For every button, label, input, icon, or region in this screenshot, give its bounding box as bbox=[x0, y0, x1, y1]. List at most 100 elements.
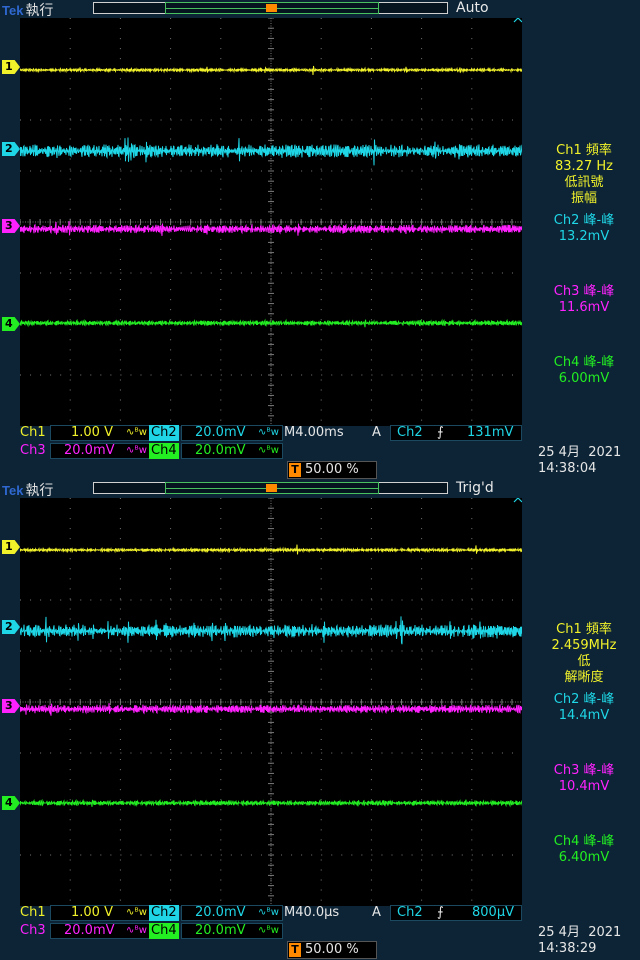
measurement-line: 低 bbox=[577, 654, 591, 669]
trigger-position-value: 50.00 % bbox=[305, 462, 359, 477]
graticule-and-traces bbox=[20, 498, 522, 906]
ch4-scale[interactable]: 20.0mV bbox=[195, 442, 246, 460]
ch4-label[interactable]: Ch4 bbox=[149, 923, 179, 939]
trigger-position-readout[interactable]: T 50.00 % bbox=[287, 461, 377, 479]
trigger-slope-icon[interactable]: ⨍ bbox=[437, 424, 444, 442]
ch1-scale[interactable]: 1.00 V bbox=[71, 904, 113, 922]
ch3-bandwidth-icon: ∿ᴮw bbox=[126, 445, 147, 456]
trigger-level[interactable]: 131mV bbox=[467, 424, 513, 442]
measurement-line: Ch3 峰-峰 bbox=[553, 763, 615, 778]
ch3-marker[interactable]: 3 bbox=[2, 219, 20, 233]
ch4-label[interactable]: Ch4 bbox=[149, 443, 179, 459]
ch4-pk-pk-measurement: Ch4 峰-峰 6.40mV bbox=[528, 834, 640, 866]
status-row-2: Ch3 20.0mV ∿ᴮw Ch4 20.0mV ∿ᴮw bbox=[20, 922, 290, 940]
tek-logo: Tek bbox=[2, 483, 24, 498]
trigger-mode[interactable]: A bbox=[372, 904, 381, 922]
trigger-level-icon bbox=[513, 498, 522, 503]
timebase[interactable]: M40.0µs bbox=[284, 904, 339, 922]
graticule-and-traces bbox=[20, 18, 522, 426]
measurement-line: Ch3 峰-峰 bbox=[553, 284, 615, 299]
trigger-source[interactable]: Ch2 bbox=[397, 904, 423, 922]
trigger-position-value: 50.00 % bbox=[305, 942, 359, 957]
ch3-label[interactable]: Ch3 bbox=[20, 922, 46, 940]
waveform-display[interactable] bbox=[20, 18, 522, 426]
trigger-level-icon bbox=[513, 18, 522, 23]
ch3-marker[interactable]: 3 bbox=[2, 699, 20, 713]
ch1-marker[interactable]: 1 bbox=[2, 60, 20, 74]
status-row-2: Ch3 20.0mV ∿ᴮw Ch4 20.0mV ∿ᴮw bbox=[20, 442, 290, 460]
trigger-mode[interactable]: A bbox=[372, 424, 381, 442]
ch1-label[interactable]: Ch1 bbox=[20, 424, 46, 442]
ch2-scale[interactable]: 20.0mV bbox=[195, 904, 246, 922]
ch2-bandwidth-icon: ∿ᴮw bbox=[258, 427, 279, 438]
ch1-frequency-measurement: Ch1 頻率 83.27 Hz 低訊號 振幅 bbox=[528, 143, 640, 207]
ch1-label[interactable]: Ch1 bbox=[20, 904, 46, 922]
ch4-bandwidth-icon: ∿ᴮw bbox=[258, 925, 279, 936]
ch2-scale[interactable]: 20.0mV bbox=[195, 424, 246, 442]
top-status-bar: Tek 執行 Trig'd bbox=[0, 480, 640, 500]
ch1-marker[interactable]: 1 bbox=[2, 540, 20, 554]
ch1-bandwidth-icon: ∿ᴮw bbox=[126, 427, 147, 438]
ch2-label[interactable]: Ch2 bbox=[149, 425, 179, 441]
trigger-status: Trig'd bbox=[456, 480, 494, 496]
time: 14:38:29 bbox=[538, 941, 597, 956]
ch3-bandwidth-icon: ∿ᴮw bbox=[126, 925, 147, 936]
status-row-1: Ch1 1.00 V ∿ᴮw Ch2 20.0mV ∿ᴮw M40.0µs A … bbox=[20, 904, 530, 922]
trigger-position-icon[interactable] bbox=[266, 4, 277, 12]
ch4-scale[interactable]: 20.0mV bbox=[195, 922, 246, 940]
ch3-pk-pk-measurement: Ch3 峰-峰 10.4mV bbox=[528, 763, 640, 795]
trigger-source[interactable]: Ch2 bbox=[397, 424, 423, 442]
ch2-pk-pk-measurement: Ch2 峰-峰 13.2mV bbox=[528, 213, 640, 245]
top-status-bar: Tek 執行 Auto bbox=[0, 0, 640, 20]
date: 25 4月 2021 bbox=[538, 445, 622, 460]
measurement-line: Ch4 峰-峰 bbox=[553, 834, 615, 849]
measurement-line: 83.27 Hz bbox=[555, 159, 613, 174]
measurement-line: 2.459MHz bbox=[551, 638, 617, 653]
time: 14:38:04 bbox=[538, 461, 597, 476]
measurement-line: 14.4mV bbox=[558, 708, 610, 723]
trigger-status: Auto bbox=[456, 0, 489, 16]
ch3-pk-pk-measurement: Ch3 峰-峰 11.6mV bbox=[528, 284, 640, 316]
ch1-bandwidth-icon: ∿ᴮw bbox=[126, 907, 147, 918]
ch3-scale[interactable]: 20.0mV bbox=[64, 442, 115, 460]
run-state: 執行 bbox=[25, 3, 54, 19]
tek-logo: Tek bbox=[2, 3, 24, 18]
ch2-marker[interactable]: 2 bbox=[2, 620, 20, 634]
ch4-bandwidth-icon: ∿ᴮw bbox=[258, 445, 279, 456]
ch3-label[interactable]: Ch3 bbox=[20, 442, 46, 460]
measurement-line: 6.00mV bbox=[558, 371, 610, 386]
ch2-pk-pk-measurement: Ch2 峰-峰 14.4mV bbox=[528, 692, 640, 724]
measurement-line: 解晰度 bbox=[564, 670, 604, 685]
scope-capture-bottom: Tek執行 Trig'd T 1 2 3 4 Ch1 頻率 2.459MHz 低… bbox=[0, 480, 640, 960]
ch4-pk-pk-measurement: Ch4 峰-峰 6.00mV bbox=[528, 355, 640, 387]
trigger-slope-icon[interactable]: ⨍ bbox=[437, 904, 444, 922]
timebase[interactable]: M4.00ms bbox=[284, 424, 344, 442]
ch2-label[interactable]: Ch2 bbox=[149, 905, 179, 921]
trigger-level[interactable]: 800µV bbox=[472, 904, 514, 922]
ch1-frequency-measurement: Ch1 頻率 2.459MHz 低 解晰度 bbox=[528, 622, 640, 686]
ch4-marker[interactable]: 4 bbox=[2, 796, 20, 810]
scope-capture-top: Tek執行 Auto T 1 2 3 4 Ch1 頻率 83.27 Hz 低訊號… bbox=[0, 0, 640, 480]
trigger-position-icon[interactable] bbox=[266, 484, 277, 492]
measurement-line: 11.6mV bbox=[558, 300, 610, 315]
ch4-marker[interactable]: 4 bbox=[2, 317, 20, 331]
measurement-line: Ch4 峰-峰 bbox=[553, 355, 615, 370]
run-state: 執行 bbox=[25, 483, 54, 499]
status-row-1: Ch1 1.00 V ∿ᴮw Ch2 20.0mV ∿ᴮw M4.00ms A … bbox=[20, 424, 530, 442]
brand-run-state: Tek 執行 bbox=[2, 480, 53, 500]
brand-run-state: Tek 執行 bbox=[2, 0, 53, 20]
ch1-scale[interactable]: 1.00 V bbox=[71, 424, 113, 442]
measurement-line: Ch1 頻率 bbox=[556, 143, 612, 158]
waveform-display[interactable] bbox=[20, 498, 522, 906]
measurement-line: Ch1 頻率 bbox=[556, 622, 612, 637]
measurement-line: 低訊號 bbox=[564, 175, 604, 190]
trigger-position-readout[interactable]: T 50.00 % bbox=[287, 941, 377, 959]
measurement-line: Ch2 峰-峰 bbox=[553, 692, 615, 707]
trigger-position-icon: T bbox=[289, 463, 301, 477]
measurement-line: 10.4mV bbox=[558, 779, 610, 794]
date: 25 4月 2021 bbox=[538, 925, 622, 940]
measurement-line: Ch2 峰-峰 bbox=[553, 213, 615, 228]
ch3-scale[interactable]: 20.0mV bbox=[64, 922, 115, 940]
ch2-marker[interactable]: 2 bbox=[2, 142, 20, 156]
measurement-line: 13.2mV bbox=[558, 229, 610, 244]
